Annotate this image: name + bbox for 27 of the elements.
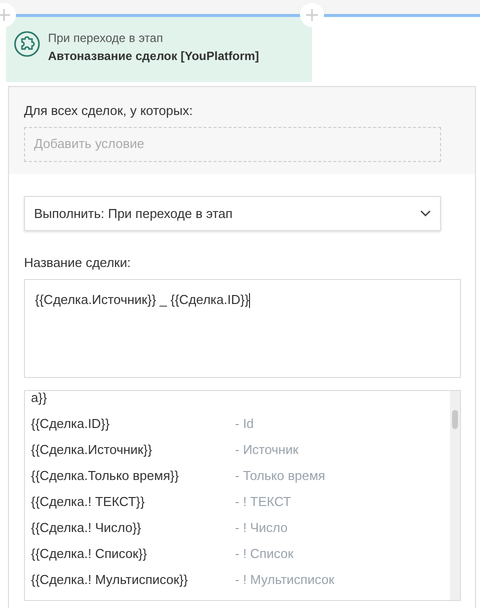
- variable-token[interactable]: {{Сделка.! Мультисписок}}: [31, 570, 235, 590]
- deal-name-field[interactable]: {{Сделка.Источник}} _ {{Сделка.ID}}: [24, 278, 461, 378]
- variable-token[interactable]: {{Сделка.ID}}: [31, 414, 235, 434]
- plus-icon: [0, 9, 10, 21]
- trigger-subtitle: При переходе в этап: [48, 31, 164, 45]
- variable-token[interactable]: {{Сделка.! Список}}: [31, 544, 235, 564]
- execute-select[interactable]: Выполнить: При переходе в этап: [24, 196, 441, 231]
- variable-description: - ! Список: [235, 544, 294, 563]
- variable-description: - Id: [235, 414, 254, 433]
- puzzle-icon: [14, 31, 40, 57]
- trigger-title: Автоназвание сделок [YouPlatform]: [48, 49, 260, 63]
- variable-description: - ! Мультисписок: [235, 570, 334, 589]
- variable-token[interactable]: {{Сделка.Источник}}: [31, 440, 235, 460]
- trigger-card[interactable]: При переходе в этап Автоназвание сделок [YouPlatform]: [6, 17, 312, 82]
- plus-icon: [306, 9, 318, 21]
- deal-name-label: Название сделки:: [24, 254, 132, 272]
- variable-token[interactable]: {{Сделка.! Число}}: [31, 518, 235, 538]
- scrollbar[interactable]: [450, 390, 460, 600]
- variable-description: - ! Число: [235, 518, 288, 537]
- variable-description: - Источник: [235, 440, 298, 459]
- conditions-label: Для всех сделок, у которых:: [24, 102, 194, 120]
- variable-token[interactable]: {{Сделка.! ТЕКСТ}}: [31, 492, 235, 512]
- variable-description: - Только время: [235, 466, 326, 485]
- variable-token[interactable]: {{Сделка.Только время}}: [31, 466, 235, 486]
- variable-token[interactable]: а}}: [31, 390, 235, 408]
- variable-description: - ! ТЕКСТ: [235, 492, 292, 511]
- chevron-down-icon: [420, 210, 431, 217]
